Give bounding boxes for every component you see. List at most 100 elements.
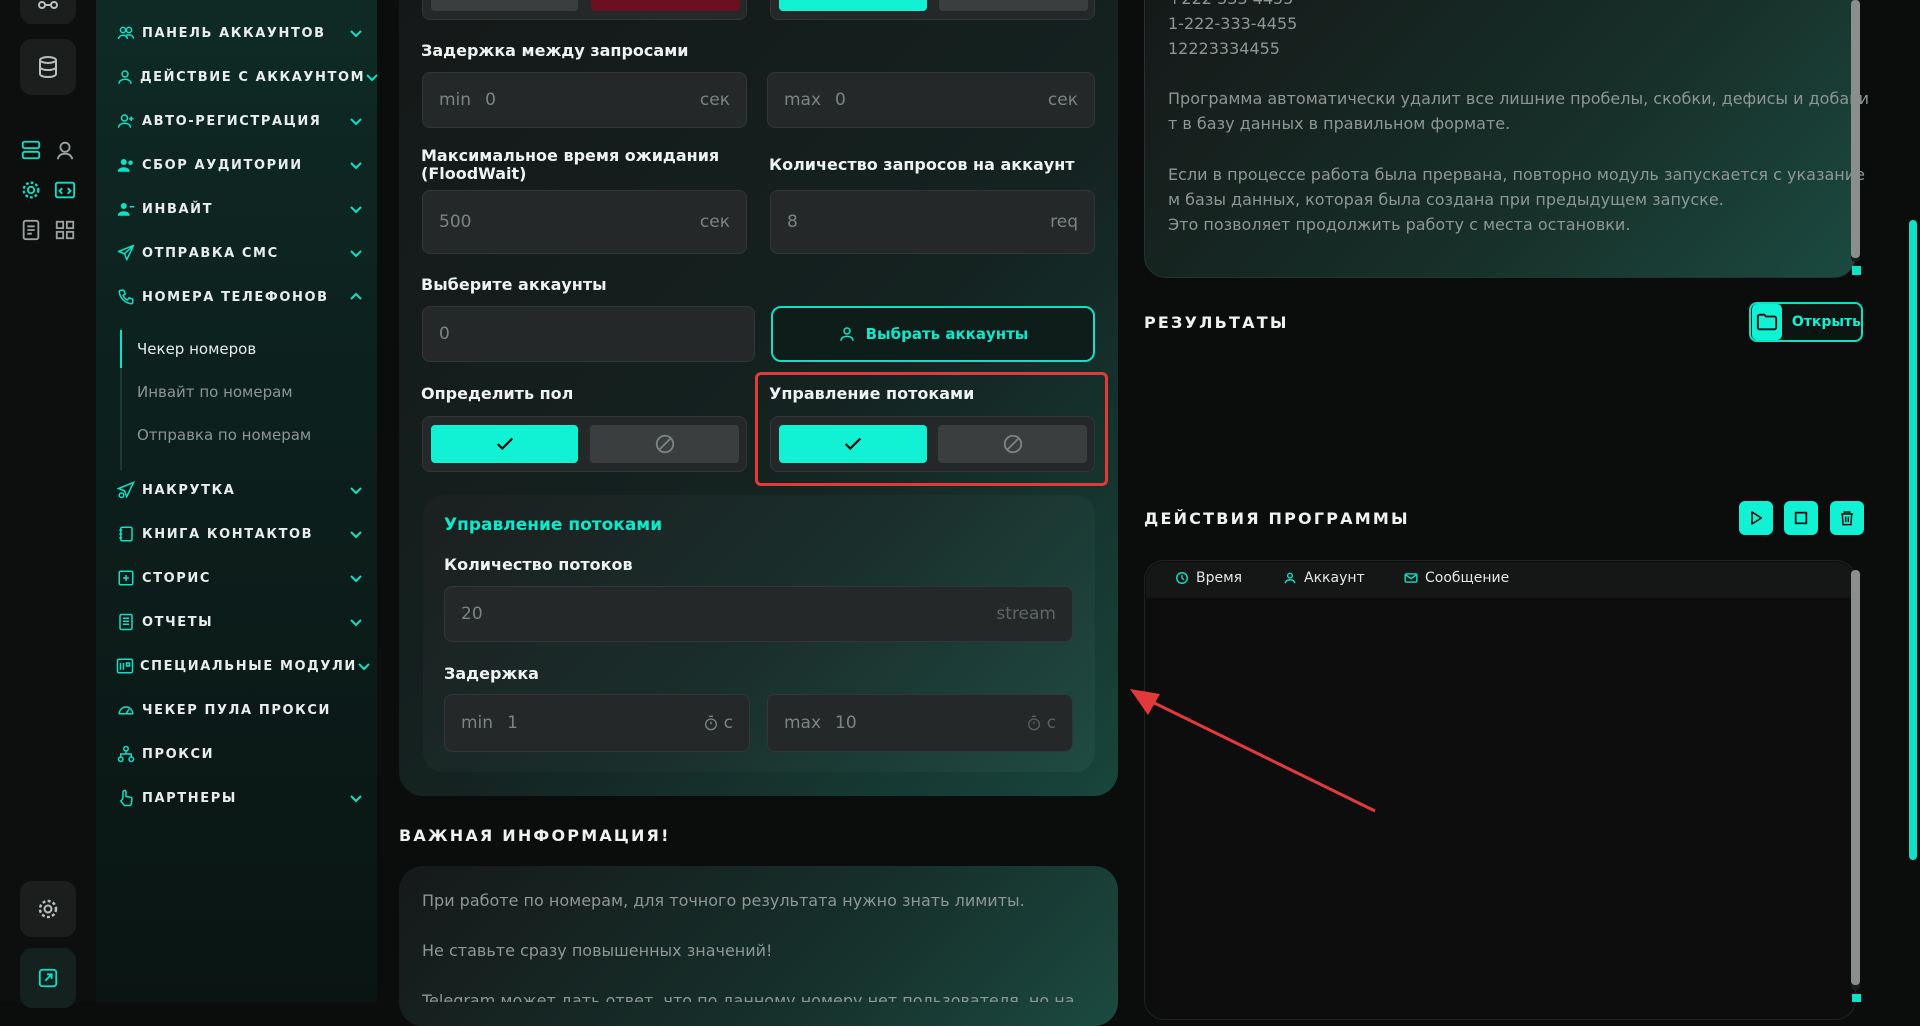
floodwait-input[interactable]: 500 сек	[422, 190, 747, 254]
boost-icon	[116, 480, 136, 500]
clock-icon	[1174, 570, 1190, 586]
stop-icon	[1794, 511, 1808, 525]
toggle-group-top-left	[422, 0, 747, 20]
delay-max-input[interactable]: max 0 сек	[767, 72, 1095, 128]
sidebar-item-label: СТОРИС	[142, 570, 212, 586]
sidebar-item-label: КНИГА КОНТАКТОВ	[142, 526, 314, 542]
chevron-down-icon	[365, 69, 379, 85]
sidebar-item-send-sms[interactable]: ОТПРАВКА СМС	[116, 239, 364, 267]
max-prefix: max	[784, 90, 822, 110]
hand-icon	[116, 788, 136, 808]
start-button[interactable]	[1739, 501, 1773, 535]
rail-open-external-button[interactable]	[20, 948, 76, 1008]
phone-icon	[116, 287, 136, 307]
toggle-off-button[interactable]	[431, 0, 578, 11]
threads-delay-max-input[interactable]: max 10 с	[767, 694, 1073, 752]
threads-delay-min-value: 1	[507, 713, 518, 733]
toggle-on-button[interactable]	[779, 0, 927, 11]
user-location-icon[interactable]	[51, 136, 79, 164]
open-results-button[interactable]: Открыть	[1749, 302, 1863, 342]
sidebar-item-stories[interactable]: СТОРИС	[116, 564, 364, 592]
page-scrollbar[interactable]	[1909, 220, 1917, 860]
sidebar-item-label: ЧЕКЕР ПУЛА ПРОКСИ	[142, 702, 331, 718]
log-column-account: Аккаунт	[1282, 570, 1365, 586]
unit-label: сек	[699, 90, 730, 110]
scrollbar-thumb[interactable]	[1851, 0, 1860, 258]
annotation-arrow-icon	[1130, 689, 1376, 813]
threads-delay-min-input[interactable]: min 1 с	[444, 694, 750, 752]
description-scrollbar[interactable]	[1851, 0, 1860, 262]
users-icon	[116, 23, 136, 43]
sidebar-item-proxy[interactable]: ПРОКСИ	[116, 740, 364, 768]
toggle-active-button[interactable]	[591, 0, 740, 11]
threads-delay-label: Задержка	[444, 664, 539, 683]
gender-on-button[interactable]	[431, 425, 578, 463]
chevron-down-icon	[348, 157, 364, 173]
sidebar-item-label: ПРОКСИ	[142, 746, 215, 762]
submenu-item-number-checker[interactable]: Чекер номеров	[137, 333, 256, 365]
unit-label: сек	[1047, 90, 1078, 110]
submenu-active-indicator	[120, 330, 122, 368]
sidebar-item-partners[interactable]: ПАРТНЕРЫ	[116, 784, 364, 812]
description-text: м базы данных, которая была создана при …	[1168, 190, 1724, 209]
sidebar-item-audience-collection[interactable]: СБОР АУДИТОРИИ	[116, 151, 364, 179]
results-title: РЕЗУЛЬТАТЫ	[1144, 313, 1289, 332]
sidebar-item-contacts-book[interactable]: КНИГА КОНТАКТОВ	[116, 520, 364, 548]
sidebar-item-label: ДЕЙСТВИЕ С АККАУНТОМ	[140, 69, 366, 85]
rail-database-button[interactable]	[20, 39, 76, 95]
sidebar-item-reports[interactable]: ОТЧЕТЫ	[116, 608, 364, 636]
sidebar-item-label: ПАНЕЛЬ АККАУНТОВ	[142, 25, 326, 41]
select-accounts-button[interactable]: Выбрать аккаунты	[771, 306, 1095, 362]
threads-count-input[interactable]: 20 stream	[444, 586, 1073, 642]
scrollbar-thumb[interactable]	[1851, 570, 1860, 985]
description-text: 12223334455	[1168, 39, 1280, 58]
requests-input[interactable]: 8 req	[770, 190, 1095, 254]
requests-label: Количество запросов на аккаунт	[769, 155, 1075, 174]
clear-button[interactable]	[1830, 501, 1864, 535]
icon-rail	[0, 0, 96, 1008]
gender-label: Определить пол	[421, 384, 574, 403]
sidebar-item-account-action[interactable]: ДЕЙСТВИЕ С АККАУНТОМ	[116, 63, 378, 91]
rail-network-button[interactable]	[20, 0, 76, 24]
sidebar-item-boost[interactable]: НАКРУТКА	[116, 476, 364, 504]
grid-apps-icon[interactable]	[51, 216, 79, 244]
highlight-box	[755, 372, 1108, 486]
chevron-down-icon	[348, 482, 364, 498]
code-window-icon[interactable]	[51, 176, 79, 204]
log-scrollbar[interactable]	[1851, 570, 1860, 990]
stories-icon	[116, 568, 136, 588]
sidebar-item-accounts-panel[interactable]: ПАНЕЛЬ АККАУНТОВ	[116, 19, 364, 47]
sidebar-item-auto-registration[interactable]: АВТО-РЕГИСТРАЦИЯ	[116, 107, 364, 135]
accounts-input[interactable]: 0	[422, 306, 755, 362]
resize-handle-icon[interactable]	[1852, 266, 1861, 275]
unit-label: с	[723, 713, 733, 733]
sidebar-item-proxy-pool-checker[interactable]: ЧЕКЕР ПУЛА ПРОКСИ	[116, 696, 364, 724]
stop-button[interactable]	[1784, 501, 1818, 535]
proxy-icon	[116, 744, 136, 764]
resize-handle-icon[interactable]	[1852, 994, 1861, 1002]
folder-icon	[1752, 304, 1782, 340]
sidebar-item-phone-numbers[interactable]: НОМЕРА ТЕЛЕФОНОВ	[116, 283, 364, 311]
submenu-item-invite-by-numbers[interactable]: Инвайт по номерам	[137, 376, 293, 408]
gender-off-button[interactable]	[590, 425, 739, 463]
toggle-off-button[interactable]	[939, 0, 1088, 11]
sidebar-item-label: НОМЕРА ТЕЛЕФОНОВ	[142, 289, 329, 305]
rail-settings-button[interactable]	[20, 881, 76, 937]
mail-icon	[1403, 570, 1419, 586]
server-icon[interactable]	[17, 136, 45, 164]
user-icon	[1282, 570, 1298, 586]
description-text: т в базу данных в правильном формате.	[1168, 114, 1511, 133]
delay-min-input[interactable]: min 0 сек	[422, 72, 747, 128]
trash-icon	[1841, 511, 1853, 526]
important-info-text: Не ставьте сразу повышенных значений!	[422, 941, 773, 960]
description-text: Если в процессе работа была прервана, по…	[1168, 165, 1865, 184]
settings-gear-icon[interactable]	[17, 176, 45, 204]
floodwait-value: 500	[439, 212, 472, 232]
document-list-icon[interactable]	[17, 216, 45, 244]
sidebar-item-invite[interactable]: ИНВАЙТ	[116, 195, 364, 223]
submenu-item-send-by-numbers[interactable]: Отправка по номерам	[137, 419, 311, 451]
important-info-title: ВАЖНАЯ ИНФОРМАЦИЯ!	[399, 826, 671, 845]
sidebar-item-special-modules[interactable]: СПЕЦИАЛЬНЫЕ МОДУЛИ	[116, 652, 370, 680]
max-prefix: max	[784, 713, 822, 733]
delay-max-value: 0	[835, 90, 846, 110]
